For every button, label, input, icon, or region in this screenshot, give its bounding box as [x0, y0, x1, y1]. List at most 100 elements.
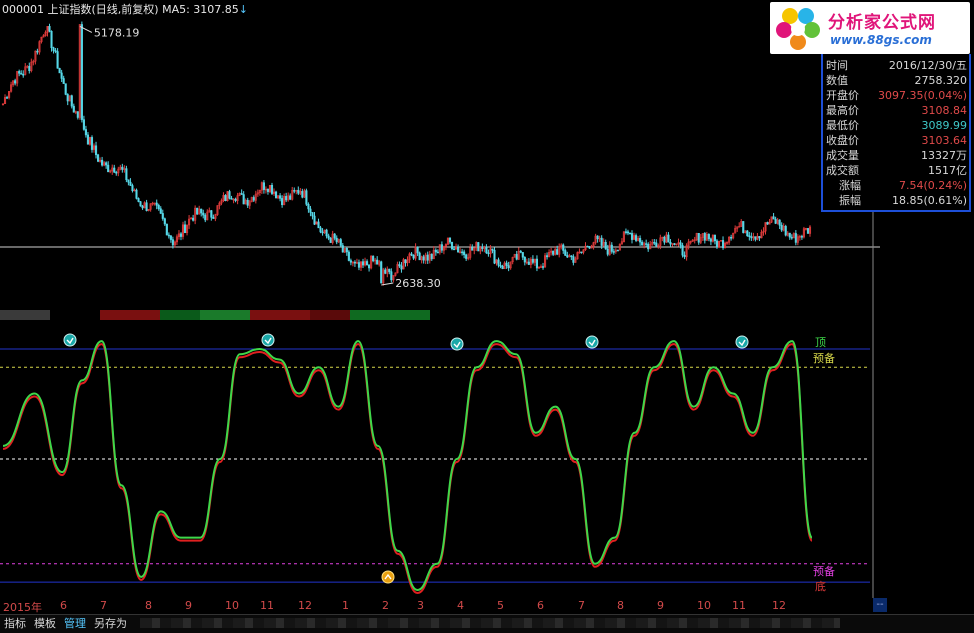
- candle-body: [436, 251, 439, 254]
- candle-body: [784, 225, 787, 236]
- candle-body: [353, 261, 356, 264]
- oscillator-panel[interactable]: [0, 320, 880, 598]
- candle-body: [349, 260, 352, 263]
- tab-template[interactable]: 模板: [32, 616, 58, 632]
- candle-body: [572, 256, 575, 263]
- bottom-signal-marker-icon: [381, 570, 395, 584]
- oscillator-red-line: [2, 343, 813, 595]
- top-signal-marker-icon: [63, 333, 77, 347]
- oscillator-svg: [0, 320, 874, 598]
- candle-body: [58, 68, 61, 74]
- candle-body: [90, 137, 94, 150]
- candle-body: [297, 189, 300, 194]
- signal-strip-segment: [100, 310, 160, 320]
- info-panel: 时间 2016/12/30/五 数值 2758.320 开盘价 3097.35(0.04%…: [821, 54, 971, 212]
- candle-body: [754, 236, 757, 240]
- tab-indicator[interactable]: 指标: [2, 616, 28, 632]
- candle-body: [794, 233, 797, 243]
- right-indicator[interactable]: --: [873, 598, 887, 612]
- candle-body: [669, 242, 672, 245]
- x-axis-tick-label: 1: [342, 599, 349, 612]
- candle-body: [145, 202, 148, 211]
- top-signal-marker-icon: [261, 333, 275, 347]
- candle-body: [673, 243, 676, 245]
- candle-body: [655, 242, 658, 247]
- candle-body: [434, 249, 437, 253]
- candle-body: [163, 218, 166, 225]
- candle-body: [505, 262, 508, 266]
- pre-top-line-label: 预备: [813, 352, 835, 365]
- candle-body: [14, 80, 17, 84]
- candle-body: [806, 228, 810, 234]
- x-axis-tick-label: 2: [382, 599, 389, 612]
- info-row: 收盘价 3103.64: [823, 133, 969, 148]
- candle-body: [345, 247, 348, 253]
- candle-body: [339, 239, 342, 246]
- bottom-scroll-strip[interactable]: [140, 618, 840, 628]
- info-value: 13327万: [921, 149, 967, 162]
- pre-bottom-line-label: 预备: [813, 565, 835, 578]
- candle-body: [556, 249, 559, 255]
- info-value: 1517亿: [928, 164, 967, 177]
- x-axis-tick-label: 12: [298, 599, 312, 612]
- candle-body: [493, 249, 496, 264]
- candle-body: [552, 250, 555, 255]
- candle-body: [279, 195, 282, 199]
- candle-body: [527, 261, 530, 265]
- candle-body: [499, 265, 502, 267]
- candle-body: [169, 235, 172, 240]
- price-chart-panel[interactable]: 5178.19 2638.30: [0, 0, 968, 320]
- info-row: 最高价 3108.84: [823, 103, 969, 118]
- candle-body: [600, 237, 603, 246]
- candle-body: [56, 51, 59, 69]
- info-value: 3103.64: [921, 134, 968, 147]
- candle-body: [84, 129, 87, 136]
- stock-code-name: 000001 上证指数(日线,前复权): [2, 3, 159, 16]
- signal-strip-segment: [310, 310, 350, 320]
- candle-body: [20, 73, 23, 75]
- candle-body: [113, 167, 116, 173]
- candle-body: [384, 269, 387, 274]
- x-axis-tick-label: 7: [100, 599, 107, 612]
- candle-body: [746, 230, 749, 236]
- candle-body: [683, 254, 686, 258]
- candle-body: [380, 261, 383, 284]
- candle-body: [418, 252, 421, 261]
- candle-body: [72, 105, 75, 113]
- candle-body: [497, 259, 500, 266]
- candle-body: [422, 256, 425, 261]
- x-axis-tick-label: 7: [578, 599, 585, 612]
- candle-body: [507, 265, 510, 269]
- candle-body: [293, 190, 296, 192]
- candle-body: [319, 227, 322, 233]
- candle-body: [321, 231, 324, 234]
- bottom-line-label: 底: [815, 580, 826, 593]
- candle-body: [596, 235, 599, 240]
- candle-body: [616, 249, 619, 252]
- tab-save-as[interactable]: 另存为: [92, 616, 129, 632]
- candle-body: [139, 201, 142, 207]
- candle-body: [240, 193, 243, 195]
- x-axis-tick-label: 3: [417, 599, 424, 612]
- candle-body: [137, 198, 140, 202]
- info-value: 2758.320: [914, 74, 968, 87]
- candle-body: [179, 233, 183, 237]
- candle-body: [212, 217, 215, 219]
- candle-body: [501, 266, 504, 269]
- candle-body: [204, 214, 207, 221]
- x-axis-tick-label: 4: [457, 599, 464, 612]
- candle-body: [171, 239, 174, 246]
- info-label: 最低价: [826, 119, 859, 132]
- candle-body: [703, 233, 706, 241]
- candle-body: [521, 252, 524, 258]
- tab-manage[interactable]: 管理: [62, 616, 88, 632]
- candle-body: [465, 254, 468, 259]
- candle-body: [28, 66, 31, 71]
- candle-body: [341, 245, 344, 253]
- candle-body: [270, 184, 274, 194]
- candle-body: [266, 188, 270, 192]
- top-signal-marker-icon: [450, 337, 464, 351]
- info-value: 3089.99: [921, 119, 968, 132]
- candle-body: [531, 258, 534, 263]
- candle-body: [357, 262, 361, 268]
